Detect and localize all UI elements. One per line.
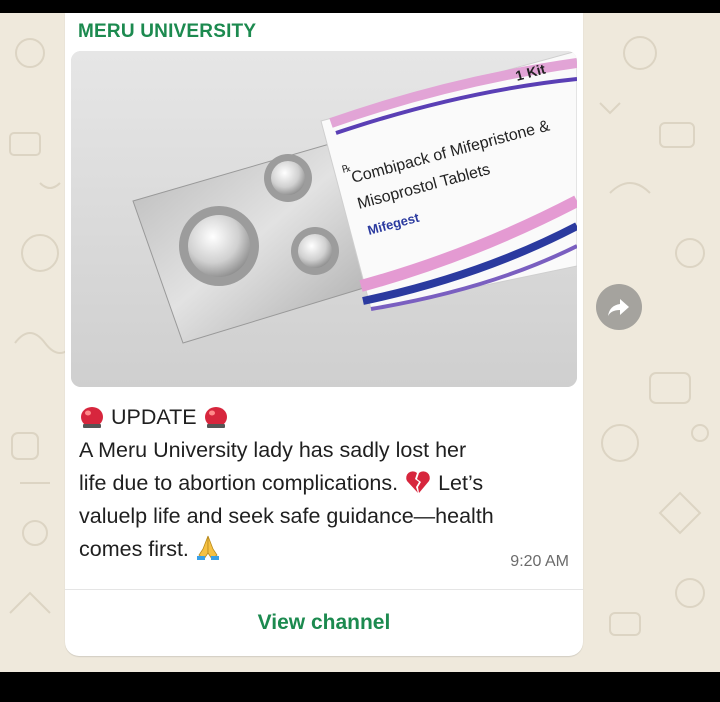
message-text: UPDATE A Meru University lady has sadly … [79, 401, 559, 566]
police-car-light-icon [204, 407, 227, 428]
message-timestamp: 9:20 AM [510, 553, 569, 570]
channel-name[interactable]: MERU UNIVERSITY [78, 21, 256, 43]
forward-button[interactable] [596, 284, 642, 330]
broken-heart-icon [406, 471, 430, 493]
message-line: Let’s [438, 471, 484, 495]
message-line-with-emoji: life due to abortion complications. Let’… [79, 467, 559, 500]
channel-message-card: MERU UNIVERSITY 1 Kit ℞ Combipack of Mif… [65, 13, 583, 656]
navigation-bar [0, 672, 720, 702]
message-image[interactable]: 1 Kit ℞ Combipack of Mifepristone & Miso… [71, 51, 577, 387]
forward-arrow-icon [608, 299, 629, 316]
message-line-with-emoji: comes first. [79, 533, 559, 566]
message-header: UPDATE [110, 405, 197, 429]
message-header-line: UPDATE [79, 401, 559, 434]
status-bar [0, 0, 720, 13]
police-car-light-icon [81, 407, 103, 428]
message-line: comes first. [79, 537, 189, 561]
folded-hands-icon [196, 535, 219, 560]
message-line: A Meru University lady has sadly lost he… [79, 438, 467, 462]
message-line: valuelp life and seek safe guidance—heal… [79, 504, 494, 528]
view-channel-button[interactable]: View channel [65, 590, 583, 656]
message-line: life due to abortion complications. [79, 471, 399, 495]
